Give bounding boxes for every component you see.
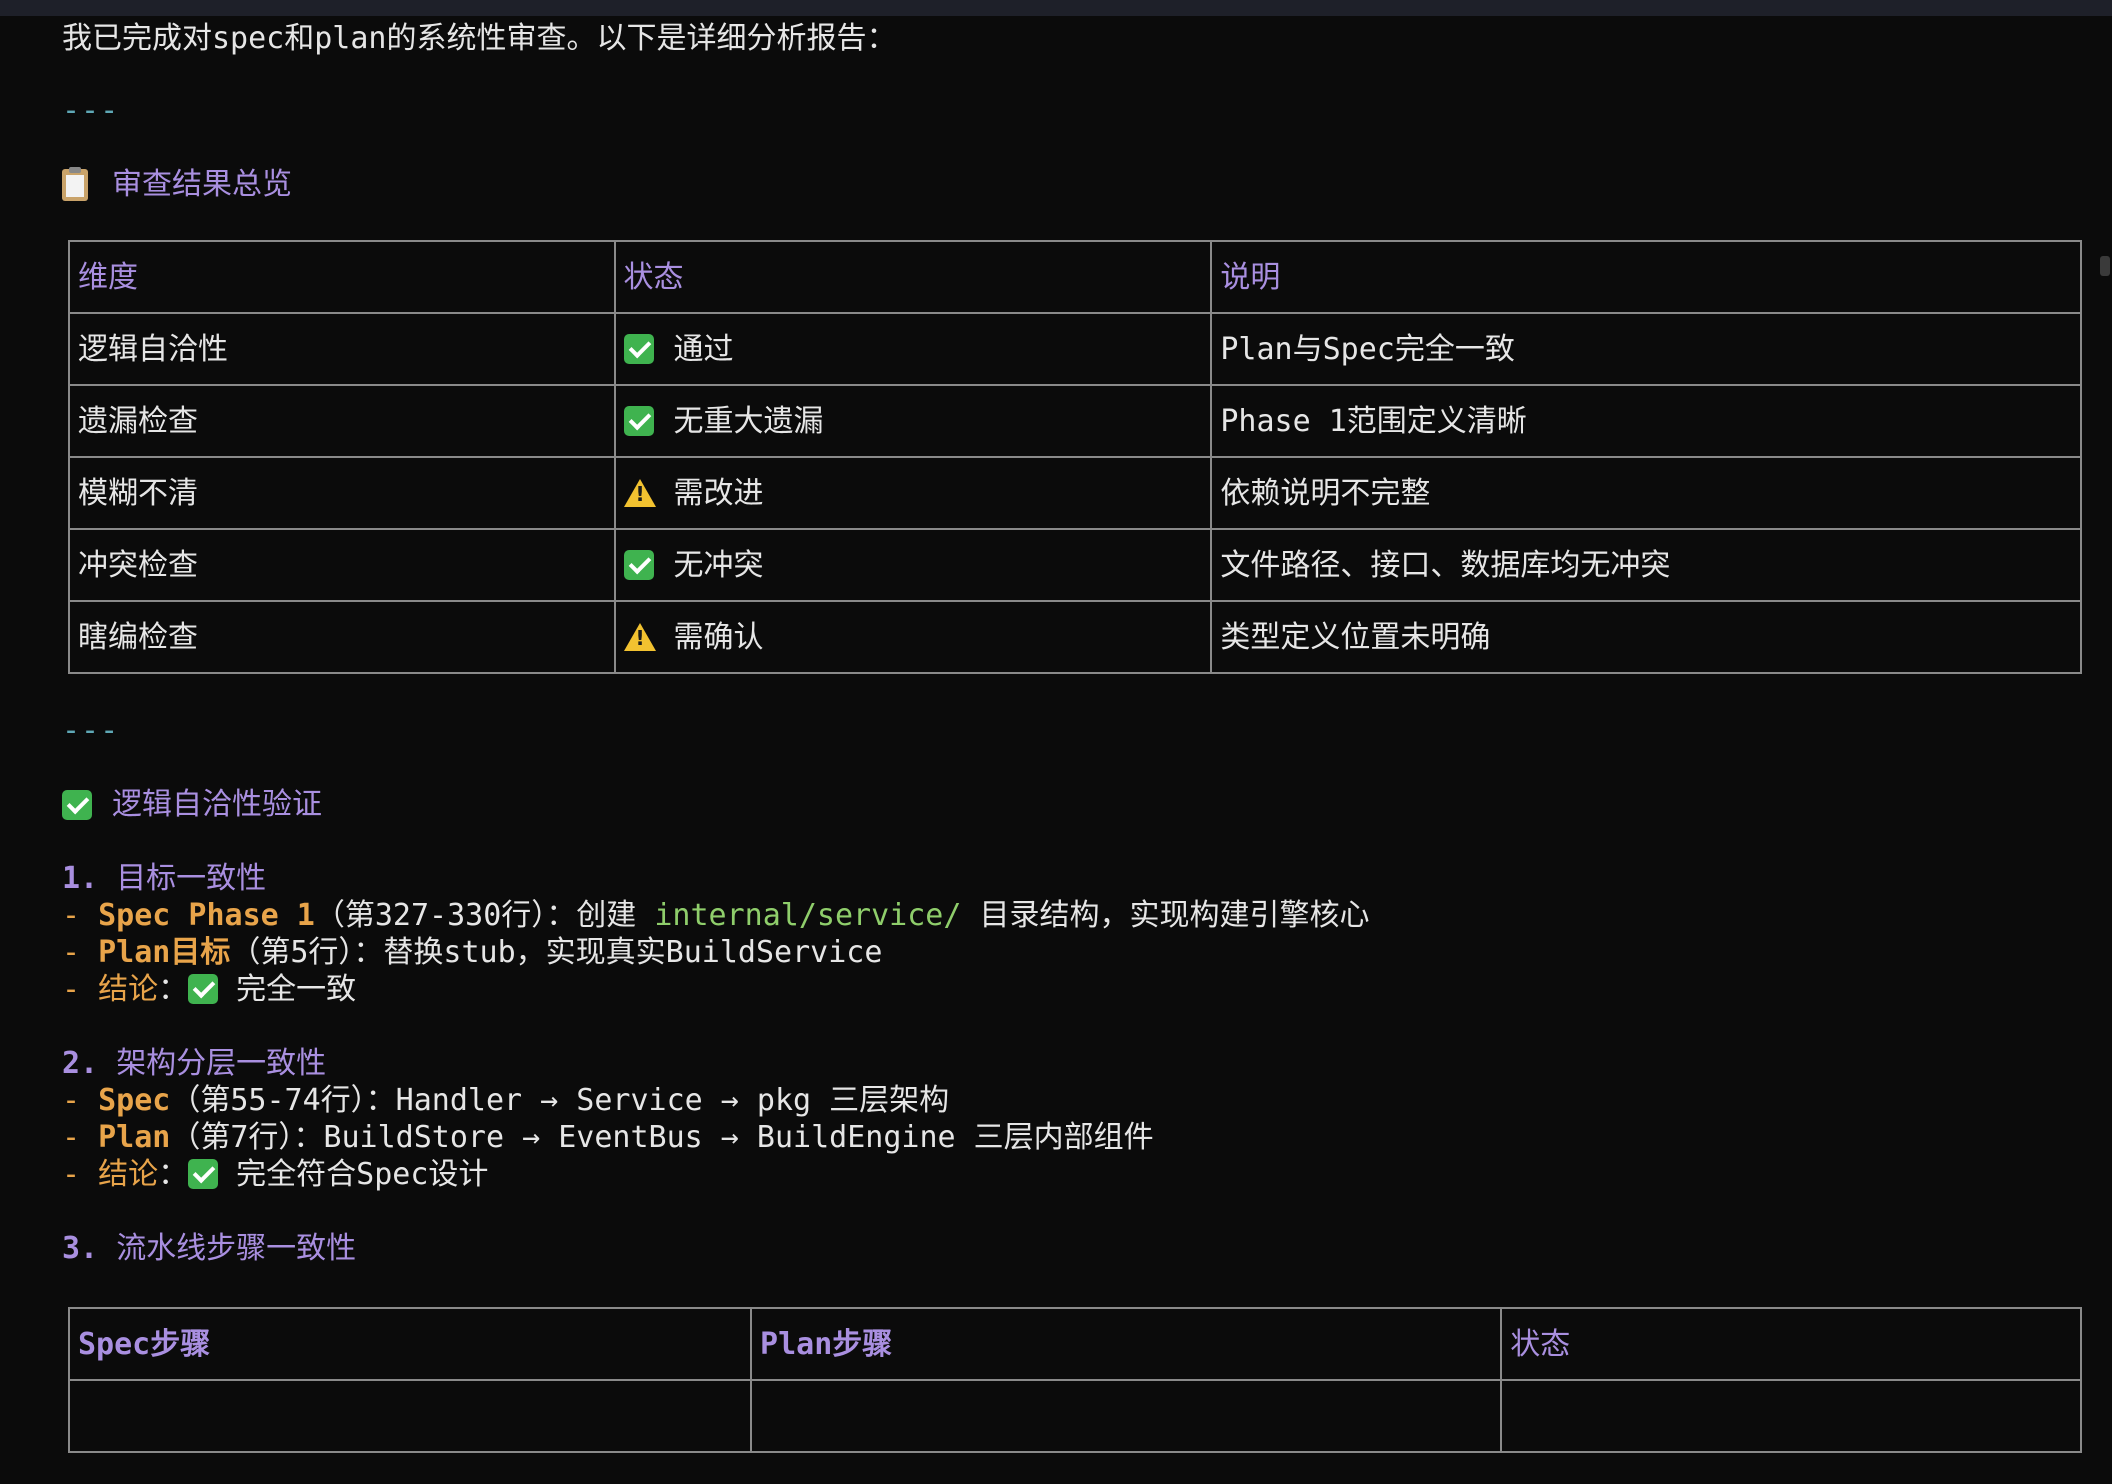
- clipboard-icon: [62, 166, 94, 201]
- table-row: 冲突检查 无冲突 文件路径、接口、数据库均无冲突: [68, 528, 2082, 602]
- window-top-bar: [0, 0, 2112, 16]
- list-text-tail: 目录结构，实现构建引擎核心: [961, 898, 1370, 933]
- pipeline-table: Spec步骤 Plan步骤 状态: [67, 1307, 2082, 1453]
- header-plan-step: Plan步骤: [750, 1307, 1503, 1381]
- list-keyword: Spec: [98, 1083, 171, 1118]
- check-icon: [623, 406, 656, 436]
- horizontal-rule: ---: [62, 713, 120, 748]
- list-keyword: Plan: [98, 1120, 171, 1155]
- row-status-cell: 无重大遗漏: [613, 384, 1213, 458]
- row-dimension: 瞎编检查: [68, 600, 616, 674]
- row-status: 无冲突: [673, 547, 764, 583]
- table-header-row: 维度 状态 说明: [68, 240, 2082, 314]
- row-status-cell: 通过: [613, 312, 1213, 386]
- list-keyword: Spec Phase 1: [98, 898, 315, 933]
- row-note: 依赖说明不完整: [1210, 456, 2082, 530]
- row-dimension: 遗漏检查: [68, 384, 616, 458]
- list-text: （第5行）：替换stub，实现真实BuildService: [230, 935, 883, 970]
- row-note: Plan与Spec完全一致: [1210, 312, 2082, 386]
- overview-title: 审查结果总览: [112, 167, 292, 202]
- row-dimension: 模糊不清: [68, 456, 616, 530]
- section-heading: 目标一致性: [116, 861, 267, 896]
- report-content: 我已完成对spec和plan的系统性审查。以下是详细分析报告： --- 审查结果…: [62, 16, 2082, 1453]
- section-number: 2.: [62, 1046, 99, 1081]
- row-dimension: 冲突检查: [68, 528, 616, 602]
- row-note: 文件路径、接口、数据库均无冲突: [1210, 528, 2082, 602]
- row-note: 类型定义位置未明确: [1210, 600, 2082, 674]
- horizontal-rule: ---: [62, 93, 120, 128]
- logic-heading: 逻辑自洽性验证: [62, 786, 2082, 823]
- table-header-row: Spec步骤 Plan步骤 状态: [67, 1307, 2082, 1381]
- scrollbar[interactable]: [2098, 16, 2112, 1484]
- list-text: ：: [158, 972, 189, 1007]
- section-title: 1. 目标一致性: [62, 860, 2082, 897]
- list-keyword: 结论: [98, 972, 159, 1007]
- scrollbar-thumb[interactable]: [2100, 256, 2110, 276]
- row-status-cell: 需改进: [613, 456, 1213, 530]
- section-heading: 流水线步骤一致性: [116, 1231, 357, 1266]
- intro-text: 我已完成对spec和plan的系统性审查。以下是详细分析报告：: [62, 21, 897, 56]
- list-text-tail: 完全符合Spec设计: [218, 1157, 489, 1192]
- check-icon: [188, 1157, 219, 1192]
- check-icon: [623, 550, 656, 580]
- list-item: - Plan目标（第5行）：替换stub，实现真实BuildService: [62, 935, 883, 970]
- list-text: （第327-330行）：创建: [314, 898, 655, 933]
- table-row: 逻辑自洽性 通过 Plan与Spec完全一致: [68, 312, 2082, 386]
- section-heading: 架构分层一致性: [116, 1046, 327, 1081]
- logic-title: 逻辑自洽性验证: [112, 787, 322, 822]
- list-text: （第7行）：BuildStore → EventBus → BuildEngin…: [170, 1120, 1154, 1155]
- list-text-tail: 完全一致: [218, 972, 357, 1007]
- list-item: - 结论： 完全一致: [62, 972, 357, 1007]
- row-status: 无重大遗漏: [673, 403, 824, 439]
- overview-table: 维度 状态 说明 逻辑自洽性 通过 Plan与Spec完全一致 遗漏检查 无重大…: [68, 240, 2082, 674]
- table-row: 模糊不清 需改进 依赖说明不完整: [68, 456, 2082, 530]
- list-keyword: Plan目标: [98, 935, 231, 970]
- row-status: 通过: [673, 331, 734, 367]
- check-icon: [62, 789, 94, 820]
- header-dimension: 维度: [68, 240, 616, 314]
- header-status: 状态: [613, 240, 1213, 314]
- section-number: 1.: [62, 861, 99, 896]
- code-path: internal/service/: [654, 898, 962, 933]
- list-text: ：: [158, 1157, 189, 1192]
- list-keyword: 结论: [98, 1157, 159, 1192]
- row-dimension: 逻辑自洽性: [68, 312, 616, 386]
- section-title: 2. 架构分层一致性: [62, 1045, 2082, 1082]
- overview-heading: 审查结果总览: [62, 166, 2082, 203]
- list-item: - Plan（第7行）：BuildStore → EventBus → Buil…: [62, 1120, 1154, 1155]
- list-item: - Spec Phase 1（第327-330行）：创建 internal/se…: [62, 898, 1370, 933]
- header-note: 说明: [1210, 240, 2082, 314]
- warning-icon: [623, 623, 656, 651]
- table-row: [67, 1379, 2082, 1453]
- row-note: Phase 1范围定义清晰: [1210, 384, 2082, 458]
- list-item: - 结论： 完全符合Spec设计: [62, 1157, 489, 1192]
- warning-icon: [623, 479, 656, 507]
- row-status-cell: 需确认: [613, 600, 1213, 674]
- table-row: 瞎编检查 需确认 类型定义位置未明确: [68, 600, 2082, 674]
- header-spec-step: Spec步骤: [67, 1307, 753, 1381]
- check-icon: [623, 334, 656, 364]
- row-status: 需改进: [673, 475, 764, 511]
- section-title: 3. 流水线步骤一致性: [62, 1230, 2082, 1267]
- list-text: （第55-74行）：Handler → Service → pkg 三层架构: [170, 1083, 950, 1118]
- check-icon: [188, 972, 219, 1007]
- section-number: 3.: [62, 1231, 99, 1266]
- list-item: - Spec（第55-74行）：Handler → Service → pkg …: [62, 1083, 950, 1118]
- row-status-cell: 无冲突: [613, 528, 1213, 602]
- row-status: 需确认: [673, 619, 764, 655]
- header-status: 状态: [1500, 1307, 2082, 1381]
- table-row: 遗漏检查 无重大遗漏 Phase 1范围定义清晰: [68, 384, 2082, 458]
